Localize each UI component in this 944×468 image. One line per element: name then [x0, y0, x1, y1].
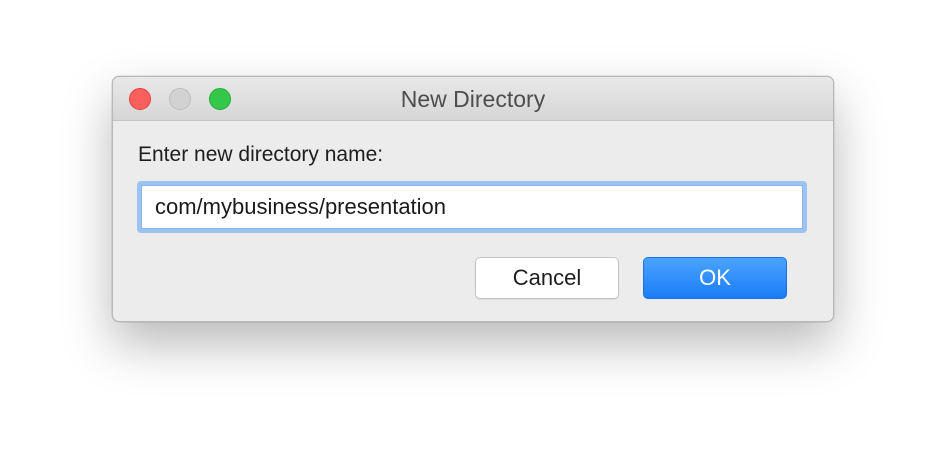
directory-name-input[interactable]	[141, 185, 803, 229]
ok-button[interactable]: OK	[643, 257, 787, 299]
new-directory-dialog: New Directory Enter new directory name: …	[112, 76, 834, 322]
directory-name-field-focus-ring	[137, 181, 807, 233]
prompt-label: Enter new directory name:	[138, 143, 384, 166]
dialog-title: New Directory	[400, 86, 546, 112]
cancel-button[interactable]: Cancel	[475, 257, 619, 299]
desktop-background: New Directory Enter new directory name: …	[0, 0, 944, 468]
title-bar[interactable]: New Directory	[113, 77, 833, 121]
